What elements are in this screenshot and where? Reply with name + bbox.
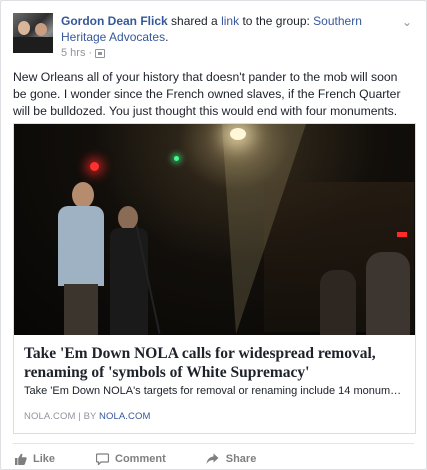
attachment-description: Take 'Em Down NOLA's targets for removal… <box>24 385 405 397</box>
avatar-face-left <box>18 21 30 35</box>
avatar-face-right <box>35 23 47 36</box>
post-meta: 5 hrs · <box>61 46 106 60</box>
photo-light-beam <box>222 124 306 334</box>
privacy-icon[interactable] <box>95 48 106 58</box>
post-actions: Like Comment Share <box>13 449 414 469</box>
photo-audience-member <box>320 270 356 335</box>
comment-label: Comment <box>115 453 166 465</box>
photo-speaker-legs <box>64 284 98 335</box>
photo-exit-sign <box>397 232 407 237</box>
group-period: . <box>165 30 169 44</box>
comment-icon <box>95 453 109 467</box>
attachment-source: NOLA.COM | BY NOLA.COM <box>24 411 151 422</box>
photo-green-light <box>174 156 179 161</box>
share-arrow-icon <box>206 453 220 465</box>
avatar[interactable] <box>13 13 53 53</box>
source-separator: | <box>78 411 81 422</box>
post-body: New Orleans all of your history that doe… <box>13 70 401 118</box>
source-by-link[interactable]: NOLA.COM <box>99 411 150 422</box>
shared-to-text: to the group: <box>242 14 310 28</box>
shared-text: shared a <box>171 14 218 28</box>
photo-speaker-body <box>58 206 104 286</box>
photo-speaker-head <box>72 182 94 208</box>
comment-button[interactable]: Comment <box>95 453 166 467</box>
post-attribution: Gordon Dean Flick shared a link to the g… <box>61 13 388 45</box>
avatar-shirt <box>13 37 53 53</box>
share-label: Share <box>225 453 257 465</box>
photo-second-speaker-body <box>110 228 148 335</box>
share-button[interactable]: Share <box>206 453 257 465</box>
like-label: Like <box>33 453 56 465</box>
chevron-down-icon[interactable]: ⌄ <box>400 15 414 29</box>
attachment-title[interactable]: Take 'Em Down NOLA calls for widespread … <box>24 344 405 382</box>
attachment-text: Take 'Em Down NOLA calls for widespread … <box>24 344 405 399</box>
meta-separator: · <box>88 47 93 59</box>
source-by-label: BY <box>83 411 97 422</box>
shared-link[interactable]: link <box>221 14 239 28</box>
post-card: Gordon Dean Flick shared a link to the g… <box>0 0 427 470</box>
post-header: Gordon Dean Flick shared a link to the g… <box>13 13 414 59</box>
photo-red-light <box>90 162 99 171</box>
attachment-photo[interactable] <box>14 124 415 335</box>
thumbs-up-icon <box>13 453 27 465</box>
link-attachment[interactable]: Take 'Em Down NOLA calls for widespread … <box>13 123 416 434</box>
photo-spotlight <box>230 128 246 140</box>
author-link[interactable]: Gordon Dean Flick <box>61 14 168 28</box>
photo-audience-member <box>366 252 410 335</box>
post-timestamp[interactable]: 5 hrs <box>61 46 85 60</box>
like-button[interactable]: Like <box>13 453 55 465</box>
actions-divider <box>13 443 414 444</box>
source-domain: NOLA.COM <box>24 411 76 422</box>
